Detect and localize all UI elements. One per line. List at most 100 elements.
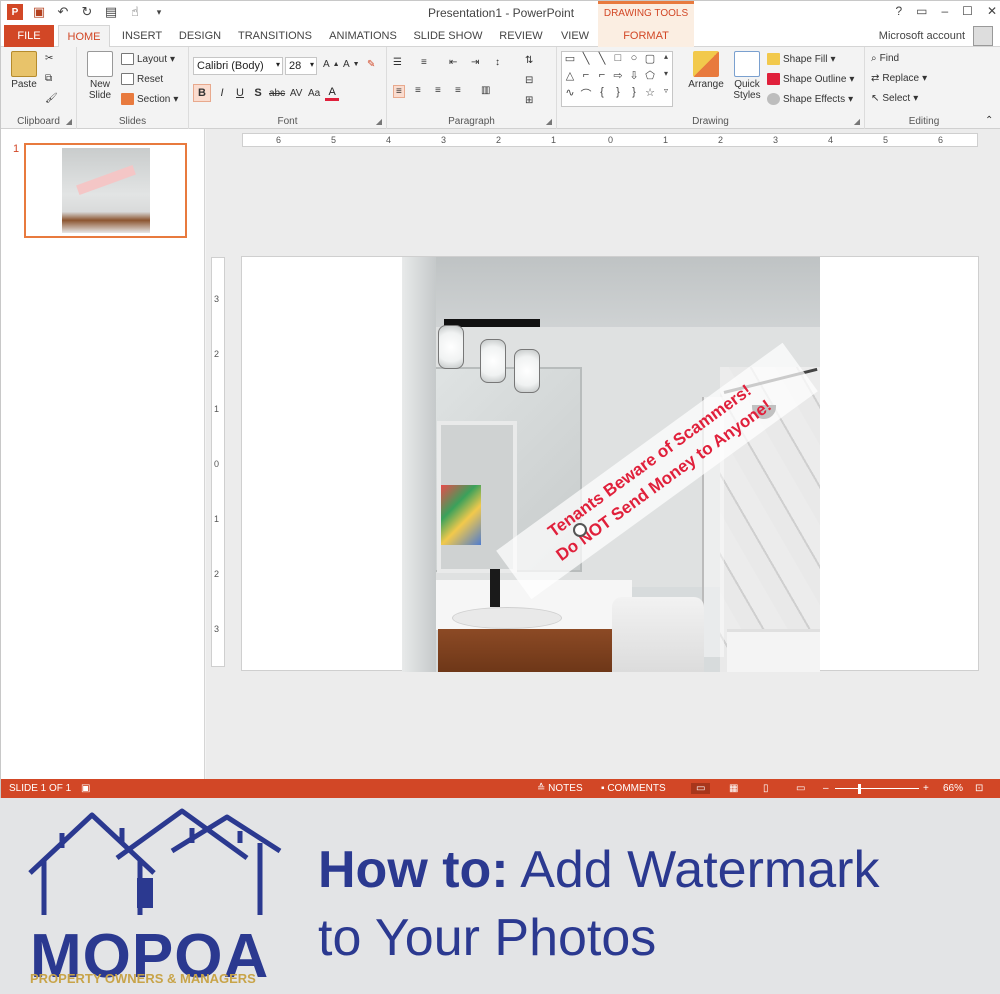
avatar[interactable] xyxy=(973,26,993,46)
tab-slide-show[interactable]: SLIDE SHOW xyxy=(413,25,483,47)
redo-icon[interactable]: ↻ xyxy=(79,4,95,20)
line-spacing-icon[interactable]: ↕ xyxy=(495,57,500,68)
font-size-select[interactable]: 28 ▾ xyxy=(285,57,317,75)
slide-canvas[interactable]: Tenants Beware of Scammers! Do NOT Send … xyxy=(241,256,979,672)
more-shapes-icon[interactable]: ▿ xyxy=(658,86,674,103)
zoom-slider-thumb[interactable] xyxy=(858,784,861,794)
tab-format[interactable]: FORMAT xyxy=(598,25,694,47)
help-button[interactable]: ? xyxy=(895,4,902,18)
zoom-level[interactable]: 66% xyxy=(943,783,963,794)
normal-view-icon[interactable]: ▭ xyxy=(691,783,711,794)
tab-insert[interactable]: INSERT xyxy=(119,25,165,47)
strikethrough-button[interactable]: abc xyxy=(269,88,285,99)
shape-effects-button[interactable]: Shape Effects ▾ xyxy=(767,93,853,105)
tab-review[interactable]: REVIEW xyxy=(497,25,545,47)
line-shape-icon[interactable]: ╲ xyxy=(578,52,594,69)
brace-right-icon[interactable]: } xyxy=(610,86,626,103)
tab-design[interactable]: DESIGN xyxy=(175,25,225,47)
undo-icon[interactable]: ↶ xyxy=(55,4,71,20)
bullets-icon[interactable]: ☰ xyxy=(393,57,402,68)
shape-fill-button[interactable]: Shape Fill ▾ xyxy=(767,53,836,65)
zoom-slider[interactable] xyxy=(835,788,919,789)
new-slide-button[interactable]: New Slide xyxy=(83,51,117,101)
justify-icon[interactable]: ≡ xyxy=(455,85,461,96)
layout-button[interactable]: Layout ▾ xyxy=(121,53,175,65)
arrange-button[interactable]: Arrange xyxy=(685,51,727,90)
tab-file[interactable]: FILE xyxy=(4,25,54,47)
comments-button[interactable]: ▪ COMMENTS xyxy=(601,783,666,794)
change-case-button[interactable]: Aa xyxy=(307,88,321,99)
smartart-icon[interactable]: ⊞ xyxy=(525,95,533,106)
font-name-select[interactable]: Calibri (Body) ▾ xyxy=(193,57,283,75)
clear-formatting-icon[interactable]: ✎ xyxy=(367,59,375,70)
align-left-icon[interactable]: ≡ xyxy=(393,85,405,98)
reset-button[interactable]: Reset xyxy=(121,73,163,85)
numbering-icon[interactable]: ≡ xyxy=(421,57,427,68)
text-direction-icon[interactable]: ⇅ xyxy=(525,55,533,66)
zoom-out-button[interactable]: – xyxy=(823,783,829,794)
underline-button[interactable]: U xyxy=(233,87,247,99)
triangle-shape-icon[interactable]: △ xyxy=(562,69,578,86)
rectangle-shape-icon[interactable]: □ xyxy=(610,52,626,69)
dialog-launcher-icon[interactable]: ◢ xyxy=(854,117,860,126)
shrink-font-button[interactable]: A ▼ xyxy=(343,59,360,70)
section-button[interactable]: Section ▾ xyxy=(121,93,178,105)
slide-thumbnail[interactable] xyxy=(24,143,187,238)
bathroom-photo[interactable] xyxy=(402,257,820,672)
textbox-shape-icon[interactable]: ▭ xyxy=(562,52,578,69)
shapes-gallery[interactable]: ▭ ╲ ╲ □ ○ ▢ ▴ △ ⌐ ⌐ ⇨ ⇩ ⬠ ▾ ∿ ⌒{}} ☆ ▿ xyxy=(561,51,673,107)
italic-button[interactable]: I xyxy=(215,87,229,99)
align-text-icon[interactable]: ⊟ xyxy=(525,75,533,86)
dialog-launcher-icon[interactable]: ◢ xyxy=(66,117,72,126)
arrow-right-shape-icon[interactable]: ⇨ xyxy=(610,69,626,86)
font-color-button[interactable]: A xyxy=(325,86,340,101)
dialog-launcher-icon[interactable]: ◢ xyxy=(376,117,382,126)
quick-styles-button[interactable]: Quick Styles xyxy=(729,51,765,101)
maximize-button[interactable]: ☐ xyxy=(962,4,973,18)
line-shape-icon[interactable]: ╲ xyxy=(594,52,610,69)
increase-indent-icon[interactable]: ⇥ xyxy=(471,57,479,68)
brace-left-icon[interactable]: { xyxy=(594,86,610,103)
slide-sorter-icon[interactable]: ▦ xyxy=(729,783,738,794)
elbow-shape-icon[interactable]: ⌐ xyxy=(578,69,594,86)
collapse-ribbon-icon[interactable]: ⌃ xyxy=(985,115,993,126)
brace-right-icon[interactable]: } xyxy=(626,86,642,103)
pentagon-shape-icon[interactable]: ⬠ xyxy=(642,69,658,86)
elbow-shape-icon[interactable]: ⌐ xyxy=(594,69,610,86)
tab-transitions[interactable]: TRANSITIONS xyxy=(237,25,313,47)
fit-slide-icon[interactable]: ⊡ xyxy=(975,783,983,794)
slide-show-icon[interactable]: ▭ xyxy=(796,783,805,794)
notes-button[interactable]: ≙ NOTES xyxy=(537,783,583,794)
zoom-in-button[interactable]: + xyxy=(923,783,929,794)
curve-shape-icon[interactable]: ∿ xyxy=(562,86,578,103)
paste-button[interactable]: Paste xyxy=(7,51,41,90)
ribbon-display-button[interactable]: ▭ xyxy=(916,4,927,18)
columns-icon[interactable]: ▥ xyxy=(481,85,490,96)
tab-view[interactable]: VIEW xyxy=(557,25,593,47)
scroll-up-icon[interactable]: ▴ xyxy=(658,52,674,69)
dialog-launcher-icon[interactable]: ◢ xyxy=(546,117,552,126)
align-center-icon[interactable]: ≡ xyxy=(415,85,421,96)
grow-font-button[interactable]: A ▲ xyxy=(323,59,340,70)
shape-outline-button[interactable]: Shape Outline ▾ xyxy=(767,73,854,85)
cut-button[interactable]: ✂ xyxy=(45,53,53,64)
character-spacing-button[interactable]: AV xyxy=(289,88,303,99)
account-name[interactable]: Microsoft account xyxy=(879,30,965,42)
rounded-rectangle-shape-icon[interactable]: ▢ xyxy=(642,52,658,69)
decrease-indent-icon[interactable]: ⇤ xyxy=(449,57,457,68)
find-button[interactable]: ⌕ Find xyxy=(871,53,899,64)
select-button[interactable]: ↖ Select ▾ xyxy=(871,93,918,104)
star-shape-icon[interactable]: ☆ xyxy=(642,86,658,103)
align-right-icon[interactable]: ≡ xyxy=(435,85,441,96)
replace-button[interactable]: ⇄ Replace ▾ xyxy=(871,73,927,84)
arrow-down-shape-icon[interactable]: ⇩ xyxy=(626,69,642,86)
reading-view-icon[interactable]: ▯ xyxy=(763,783,769,794)
tab-home[interactable]: HOME xyxy=(58,25,110,48)
arc-shape-icon[interactable]: ⌒ xyxy=(578,86,594,103)
customize-qat-icon[interactable]: ▾ xyxy=(151,4,167,20)
copy-button[interactable]: ⧉ xyxy=(45,73,52,84)
rotation-handle-icon[interactable] xyxy=(573,523,587,537)
oval-shape-icon[interactable]: ○ xyxy=(626,52,642,69)
touch-mode-icon[interactable]: ☝ xyxy=(127,4,143,20)
start-from-beginning-icon[interactable]: ▤ xyxy=(103,4,119,20)
